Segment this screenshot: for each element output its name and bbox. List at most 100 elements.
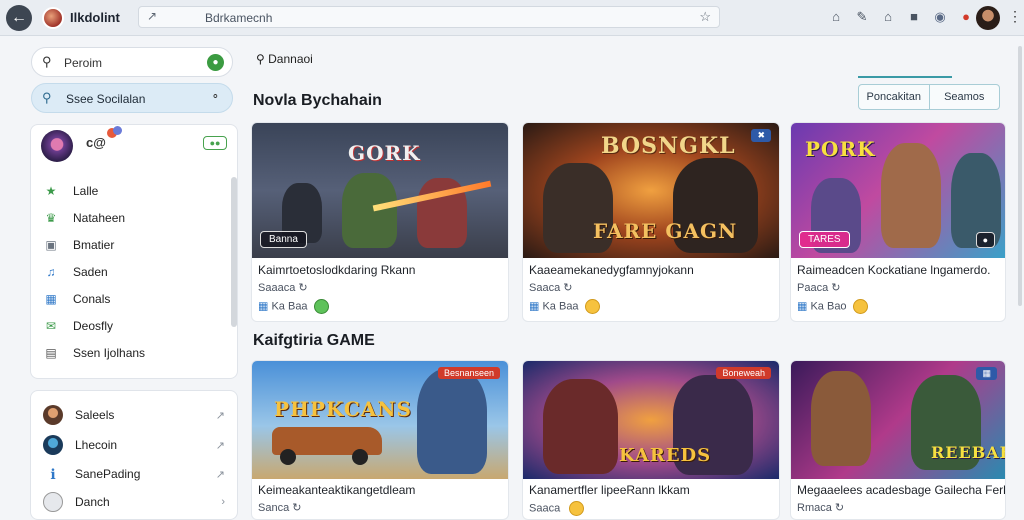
list-item[interactable]: Danch › — [43, 490, 233, 514]
menu-icon[interactable]: ⋮ — [1008, 8, 1022, 25]
avatar — [43, 492, 63, 512]
refresh-icon: ↻ — [831, 282, 841, 294]
list-item[interactable]: Lhecoin ↗ — [43, 433, 233, 457]
arrow-icon: ↗ — [147, 9, 158, 23]
breadcrumb-label: Dannaoi — [268, 52, 313, 66]
game-logo: GORK — [348, 141, 421, 165]
friend-label: Danch — [75, 495, 110, 509]
sidebar-item-ssen-ijolhans[interactable]: ▤ Ssen Ijolhans — [43, 339, 145, 366]
card-subtitle: Saaca — [529, 501, 585, 516]
search-input[interactable]: ⚲ Peroim ● — [31, 47, 233, 77]
smiley-icon — [569, 501, 585, 516]
smiley-icon — [852, 299, 868, 314]
avatar — [43, 435, 63, 455]
sidebar-item-saden[interactable]: ♫ Saden — [43, 258, 145, 285]
avatar[interactable] — [41, 130, 73, 162]
refresh-icon: ↻ — [563, 282, 573, 294]
chart-icon: ▦ — [45, 291, 57, 306]
notification-icon[interactable]: ● — [958, 9, 974, 25]
expand-icon[interactable]: ✖ — [751, 129, 771, 142]
card-title: Kaimrtoetoslodkdaring Rkann — [258, 263, 416, 277]
badge-icon — [113, 126, 122, 135]
share-arrow-icon[interactable]: ↗ — [216, 468, 225, 481]
character-figure — [881, 143, 941, 248]
friends-card: Saleels ↗ Lhecoin ↗ ℹ SanePading ↗ Danch… — [30, 390, 238, 520]
search-icon: ⚲ — [42, 90, 52, 105]
sidebar-item-label: Saden — [73, 264, 108, 279]
list-item[interactable]: ℹ SanePading ↗ — [43, 462, 233, 486]
refresh-icon: ↻ — [298, 282, 308, 294]
sidebar-item-deosfly[interactable]: ✉ Deosfly — [43, 312, 145, 339]
share-arrow-icon[interactable]: ↗ — [216, 409, 225, 422]
main-content: ⚲ Dannaoi Novla Bychahain Poncakitan Sea… — [248, 36, 1024, 520]
sidebar-item-label: Bmatier — [73, 237, 115, 252]
game-logo: BOSNGKL — [601, 133, 736, 159]
tab-seamos[interactable]: Seamos — [928, 85, 1000, 109]
game-card[interactable]: PORK TARES ● Raimeadcen Kockatiane lngam… — [790, 122, 1006, 322]
character-figure — [417, 369, 487, 474]
grid-icon: ▦ — [797, 300, 808, 313]
friend-label: Saleels — [75, 408, 115, 422]
smiley-icon — [313, 299, 329, 314]
tag-badge: Besnanseen — [437, 367, 500, 379]
online-status-icon: ● — [207, 54, 224, 71]
expand-icon[interactable]: ▦ — [976, 367, 997, 380]
game-card[interactable]: PHPKCANS Besnanseen Keimeakanteaktikange… — [251, 360, 509, 520]
card-subtitle: Paaca ↻ — [797, 282, 841, 294]
film-icon: ▤ — [45, 345, 57, 360]
top-bar: ← Ilkdolint ↗ Bdrkamecnh ☆ ⌂ ✎ ⌂ ■ ◉ ● ⋮ — [0, 0, 1024, 36]
lock-icon[interactable]: ■ — [906, 9, 922, 25]
card-title: Megaaelees acadesbage Gailecha Ferlis... — [797, 483, 1006, 497]
card-subtitle: Saaaca ↻ — [258, 282, 308, 294]
edit-icon[interactable]: ✎ — [854, 9, 870, 25]
game-logo: PORK — [805, 137, 876, 161]
toggle-switch[interactable]: ●● — [203, 136, 227, 150]
sidebar-item-label: Conals — [73, 291, 111, 306]
character-figure — [543, 379, 618, 474]
thumbnail-label: TARES — [799, 231, 850, 248]
sidebar-item-bmatier[interactable]: ▣ Bmatier — [43, 231, 145, 258]
sidebar-item-conals[interactable]: ▦ Conals — [43, 285, 145, 312]
share-arrow-icon[interactable]: ↗ — [216, 439, 225, 452]
game-thumbnail: PHPKCANS Besnanseen — [252, 361, 508, 479]
game-logo: KAREDS — [619, 445, 712, 466]
sidebar-nav-card: c@ ●● ★ Lalle ♛ Nataheen ▣ Bmatier ♫ Saden ▦… — [30, 124, 238, 379]
music-icon: ♫ — [46, 264, 56, 279]
home-icon[interactable]: ⌂ — [828, 9, 844, 25]
user-avatar[interactable] — [976, 6, 1000, 30]
main-scrollbar[interactable] — [1018, 46, 1022, 306]
back-arrow-icon[interactable]: ← — [6, 5, 32, 31]
breadcrumb[interactable]: ⚲ Dannaoi — [256, 52, 313, 66]
game-card[interactable]: GORK Banna Kaimrtoetoslodkdaring Rkann S… — [251, 122, 509, 322]
game-card[interactable]: BOSNGKL FARE GAGN ✖ Kaaeamekanedygfamnyj… — [522, 122, 780, 322]
chevron-right-icon[interactable]: › — [221, 496, 225, 508]
house-icon[interactable]: ⌂ — [880, 9, 896, 25]
card-title: Kaaeamekanedygfamnyjokann — [529, 263, 694, 277]
app-title: Ilkdolint — [70, 10, 120, 25]
game-card[interactable]: KAREDS Boneweah Kanamertfler lipeeRann l… — [522, 360, 780, 520]
social-search-input[interactable]: ⚲ Ssee Socilalan ⚬ — [31, 83, 233, 113]
url-bar[interactable]: ↗ Bdrkamecnh ☆ — [138, 6, 720, 28]
game-thumbnail: BOSNGKL FARE GAGN ✖ — [523, 123, 779, 258]
character-figure — [342, 173, 397, 248]
friend-label: SanePading — [75, 467, 141, 481]
sidebar-scrollbar[interactable] — [231, 177, 237, 327]
settings-icon: ⚲ — [256, 52, 265, 66]
tab-poncakitan[interactable]: Poncakitan — [859, 85, 929, 109]
game-thumbnail: KAREDS Boneweah — [523, 361, 779, 479]
list-item[interactable]: Saleels ↗ — [43, 403, 233, 427]
smiley-icon — [584, 299, 600, 314]
sidebar-item-lalle[interactable]: ★ Lalle — [43, 177, 145, 204]
bookmark-star-icon[interactable]: ☆ — [699, 9, 711, 25]
game-logo: REEBAE — [931, 443, 1006, 462]
sidebar-item-nataheen[interactable]: ♛ Nataheen — [43, 204, 145, 231]
section-title: Novla Bychahain — [253, 92, 382, 109]
card-meta: ▦ Ka Baa — [258, 299, 329, 314]
globe-icon[interactable]: ◉ — [932, 9, 948, 25]
card-title: Raimeadcen Kockatiane lngamerdo. — [797, 263, 991, 277]
info-icon: ℹ — [43, 464, 63, 484]
sidebar-item-label: Ssen Ijolhans — [73, 345, 146, 360]
game-card[interactable]: REEBAE ▦ Megaaelees acadesbage Gailecha … — [790, 360, 1006, 520]
settings-dot-icon[interactable]: ⚬ — [211, 90, 220, 103]
avatar — [43, 405, 63, 425]
